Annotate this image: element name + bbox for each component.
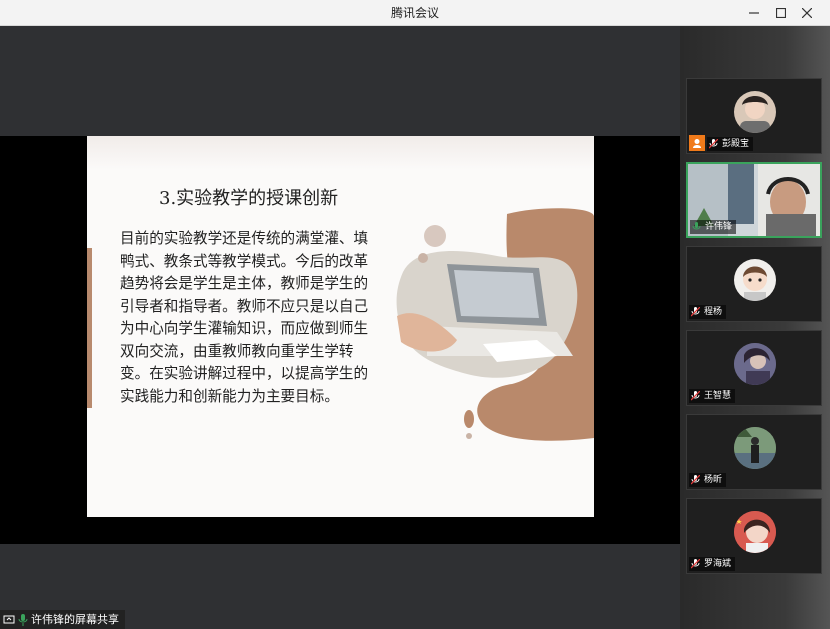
avatar <box>734 511 776 553</box>
avatar <box>734 427 776 469</box>
host-icon <box>689 135 705 151</box>
mic-muted-icon <box>691 307 700 317</box>
close-button[interactable] <box>796 0 818 25</box>
participant-tile[interactable]: 程杨 <box>686 246 822 322</box>
participant-tile-active[interactable]: 许伟锋 <box>686 162 822 238</box>
close-icon <box>802 8 812 18</box>
participants-panel: 彭殿宝 许伟锋 程杨 王智慧 杨昕 罗海斌 <box>680 26 830 629</box>
participant-name: 罗海斌 <box>704 559 732 569</box>
screen-share-icon <box>3 614 15 626</box>
participant-tile[interactable]: 杨昕 <box>686 414 822 490</box>
minimize-icon <box>749 12 759 14</box>
participant-name: 王智慧 <box>704 391 732 401</box>
participant-name: 杨昕 <box>704 475 723 485</box>
maximize-button[interactable] <box>770 0 792 25</box>
slide-illustration <box>396 208 594 441</box>
maximize-icon <box>776 8 786 18</box>
screen-share-indicator[interactable]: 许伟锋的屏幕共享 <box>0 610 125 629</box>
mic-muted-icon <box>691 391 700 401</box>
presentation-slide: 3.实验教学的授课创新 目前的实验教学还是传统的满堂灌、填鸭式、教条式等教学模式… <box>87 136 594 517</box>
slide-title: 3.实验教学的授课创新 <box>159 188 339 209</box>
title-bar: 腾讯会议 <box>0 0 830 26</box>
screen-share-label: 许伟锋的屏幕共享 <box>31 613 119 626</box>
mic-icon <box>692 222 701 232</box>
mic-muted-icon <box>691 475 700 485</box>
participant-tile[interactable]: 彭殿宝 <box>686 78 822 154</box>
mic-muted-icon <box>691 559 700 569</box>
participant-tile[interactable]: 王智慧 <box>686 330 822 406</box>
slide-body-text: 目前的实验教学还是传统的满堂灌、填鸭式、教条式等教学模式。今后的改革趋势将会是学… <box>120 230 369 405</box>
avatar <box>734 343 776 385</box>
mic-icon <box>18 613 28 626</box>
participant-name: 彭殿宝 <box>722 139 750 149</box>
participant-tile[interactable]: 罗海斌 <box>686 498 822 574</box>
participant-name: 程杨 <box>704 307 723 317</box>
window-title: 腾讯会议 <box>390 6 439 20</box>
shared-screen-area[interactable]: 3.实验教学的授课创新 目前的实验教学还是传统的满堂灌、填鸭式、教条式等教学模式… <box>0 26 680 629</box>
mic-muted-icon <box>709 139 718 149</box>
participant-name: 许伟锋 <box>705 222 733 232</box>
slide-accent-bar <box>87 248 92 408</box>
slide-top-decoration <box>87 136 594 170</box>
avatar <box>734 91 776 133</box>
avatar <box>734 259 776 301</box>
minimize-button[interactable] <box>743 0 765 25</box>
